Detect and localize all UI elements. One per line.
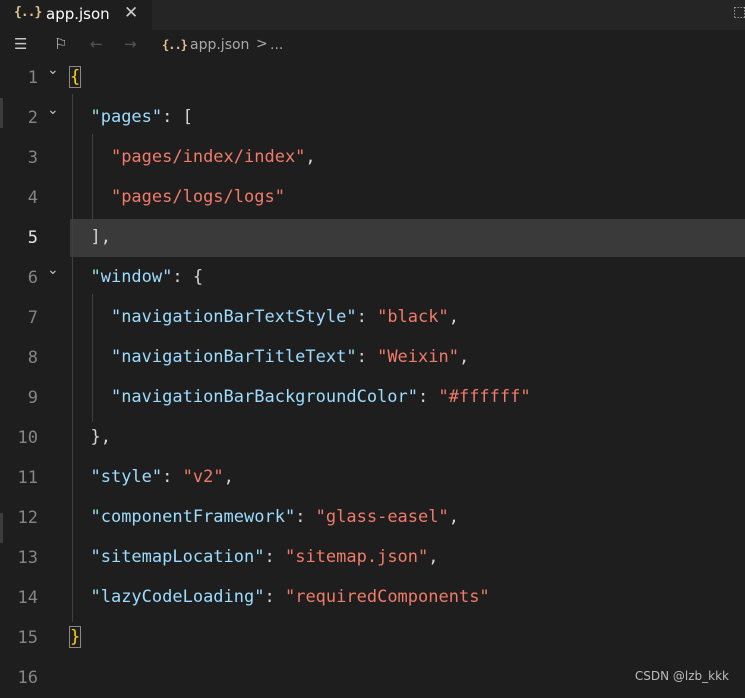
line-number: 10 xyxy=(17,428,38,448)
close-brace: } xyxy=(69,626,82,648)
open-brace: { xyxy=(69,66,82,88)
line-number: 12 xyxy=(17,508,38,528)
back-arrow-icon[interactable]: ← xyxy=(90,35,103,53)
punct: : xyxy=(264,547,285,567)
json-string: "#ffffff" xyxy=(438,387,531,407)
code-line[interactable]: 15 } xyxy=(0,618,745,658)
line-number: 9 xyxy=(27,388,38,408)
json-string: "v2" xyxy=(182,467,224,487)
code-line[interactable]: 6 ⌄ "window": { xyxy=(0,258,745,298)
code-editor[interactable]: 1 ⌄ { 2 ⌄ "pages": [ 3 "pages/index/inde… xyxy=(0,58,745,693)
json-key: "window" xyxy=(90,267,173,287)
tab-bar: {..} app.json ✕ ⬚ xyxy=(0,0,745,30)
json-key: "navigationBarTitleText" xyxy=(110,347,357,367)
punct: : xyxy=(356,307,378,327)
json-string: "pages/index/index" xyxy=(110,147,306,167)
code-line[interactable]: 9 "navigationBarBackgroundColor": "#ffff… xyxy=(0,378,745,418)
json-file-icon: {..} xyxy=(162,38,188,52)
line-number: 2 xyxy=(27,108,38,128)
line-number: 16 xyxy=(17,668,38,688)
code-line[interactable]: 13 "sitemapLocation": "sitemap.json", xyxy=(0,538,745,578)
punct: : [ xyxy=(162,107,193,127)
code-line[interactable]: 12 "componentFramework": "glass-easel", xyxy=(0,498,745,538)
punct: , xyxy=(448,307,459,327)
indent-guide xyxy=(92,134,93,222)
split-editor-icon[interactable]: ⬚ xyxy=(733,4,745,20)
json-file-icon: {..} xyxy=(14,5,42,20)
fold-chevron-icon[interactable]: ⌄ xyxy=(47,102,59,118)
breadcrumb-separator: > xyxy=(256,36,268,52)
close-bracket: ], xyxy=(90,227,111,247)
code-line[interactable]: 16 xyxy=(0,658,745,698)
punct: : xyxy=(162,467,183,487)
bookmark-icon[interactable]: ⚐ xyxy=(54,35,67,53)
json-key: "style" xyxy=(90,467,163,487)
json-key: "componentFramework" xyxy=(90,507,296,527)
fold-chevron-icon[interactable]: ⌄ xyxy=(47,262,59,278)
code-line[interactable]: 2 ⌄ "pages": [ xyxy=(0,98,745,138)
line-number: 8 xyxy=(27,348,38,368)
json-string: "Weixin" xyxy=(377,347,459,367)
json-key: "lazyCodeLoading" xyxy=(90,587,265,607)
punct: , xyxy=(223,467,234,487)
current-line-highlight xyxy=(70,219,745,257)
line-number: 7 xyxy=(27,308,38,328)
punct: : xyxy=(264,587,285,607)
line-number: 3 xyxy=(27,148,38,168)
code-line[interactable]: 10 }, xyxy=(0,418,745,458)
code-line[interactable]: 7 "navigationBarTextStyle": "black", xyxy=(0,298,745,338)
punct: , xyxy=(428,547,439,567)
json-string: "pages/logs/logs" xyxy=(110,187,285,207)
tab-label: app.json xyxy=(46,5,110,23)
line-number: 14 xyxy=(17,588,38,608)
breadcrumb-file[interactable]: app.json xyxy=(190,37,249,53)
code-line[interactable]: 1 ⌄ { xyxy=(0,58,745,98)
indent-guide xyxy=(72,94,73,622)
punct: : xyxy=(418,387,439,407)
punct: , xyxy=(458,347,470,367)
code-line[interactable]: 11 "style": "v2", xyxy=(0,458,745,498)
line-number: 1 xyxy=(27,68,38,88)
json-key: "navigationBarTextStyle" xyxy=(110,307,357,327)
forward-arrow-icon[interactable]: → xyxy=(124,35,137,53)
line-number: 5 xyxy=(27,228,38,248)
breadcrumb-more[interactable]: ... xyxy=(270,37,283,53)
json-string: "black" xyxy=(377,307,449,327)
line-number: 13 xyxy=(17,548,38,568)
code-line[interactable]: 4 "pages/logs/logs" xyxy=(0,178,745,218)
json-key: "navigationBarBackgroundColor" xyxy=(110,387,418,407)
json-string: "requiredComponents" xyxy=(284,587,490,607)
line-number: 4 xyxy=(27,188,38,208)
punct: : xyxy=(356,347,378,367)
code-line-active[interactable]: 5 ], xyxy=(0,218,745,258)
json-string: "sitemap.json" xyxy=(284,547,429,567)
line-number: 6 xyxy=(27,268,38,288)
code-line[interactable]: 14 "lazyCodeLoading": "requiredComponent… xyxy=(0,578,745,618)
json-key: "sitemapLocation" xyxy=(90,547,265,567)
fold-chevron-icon[interactable]: ⌄ xyxy=(47,62,59,78)
close-icon[interactable]: ✕ xyxy=(124,3,138,23)
tab-app-json[interactable]: {..} app.json ✕ xyxy=(0,0,152,30)
code-line[interactable]: 3 "pages/index/index", xyxy=(0,138,745,178)
close-brace: }, xyxy=(90,427,111,447)
punct: , xyxy=(305,147,316,167)
code-line[interactable]: 8 "navigationBarTitleText": "Weixin", xyxy=(0,338,745,378)
line-number: 15 xyxy=(17,628,38,648)
json-string: "glass-easel" xyxy=(315,507,449,527)
line-number: 11 xyxy=(17,468,38,488)
punct: : { xyxy=(172,267,204,287)
punct: , xyxy=(448,507,459,527)
list-icon[interactable]: ☰ xyxy=(14,35,27,53)
indent-guide xyxy=(92,294,93,422)
json-key: "pages" xyxy=(90,107,163,127)
watermark: CSDN @lzb_kkk xyxy=(634,669,729,683)
punct: : xyxy=(295,507,316,527)
